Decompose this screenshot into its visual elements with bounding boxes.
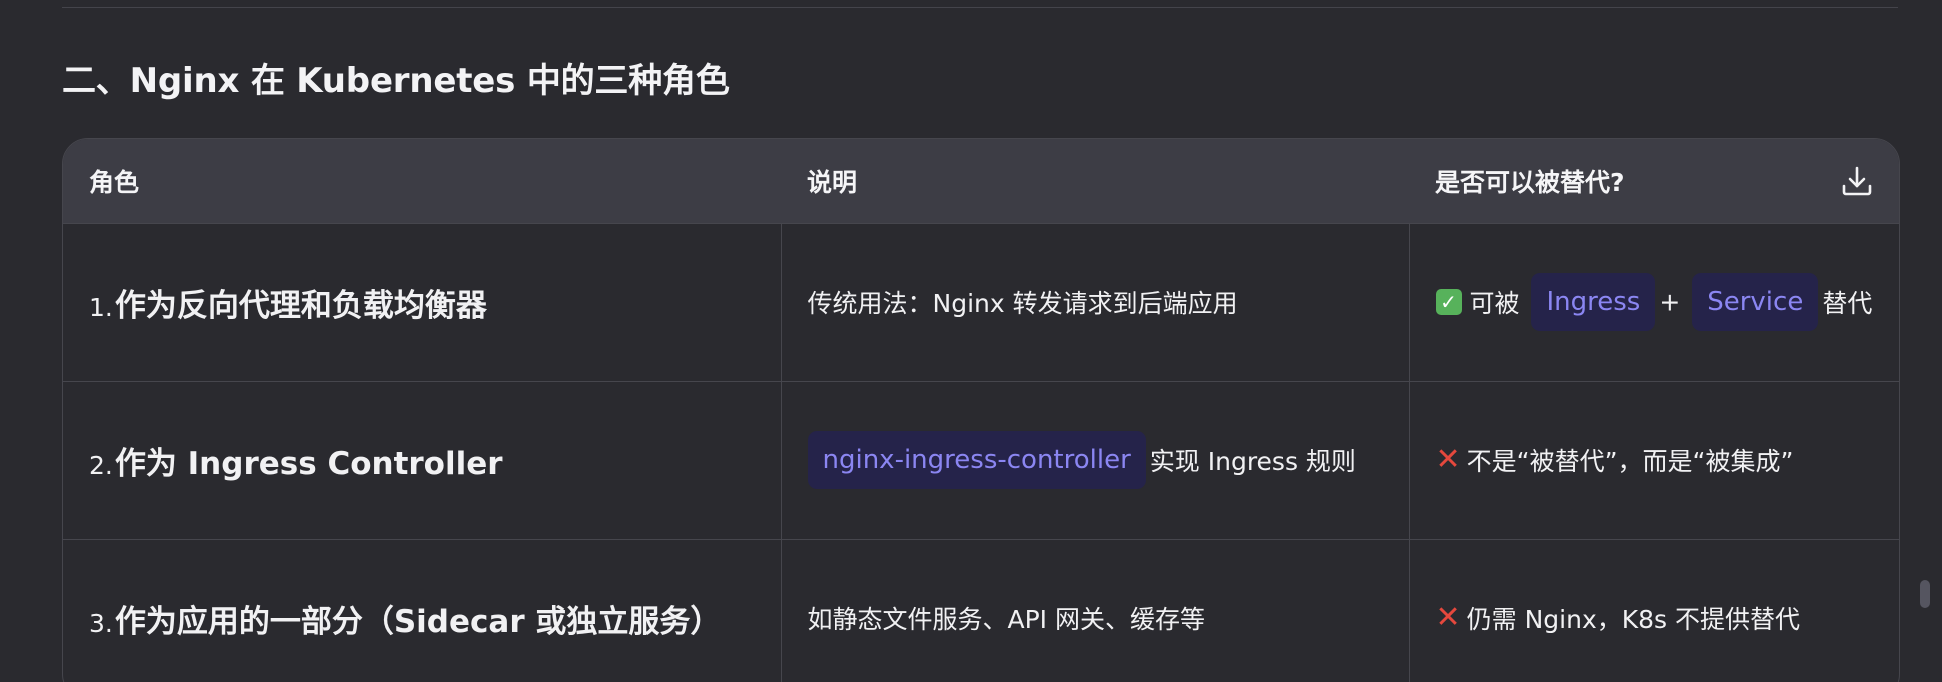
- description-text: 传统用法：Nginx 转发请求到后端应用: [807, 289, 1238, 318]
- row-number: 2.: [89, 450, 113, 480]
- description-cell: 传统用法：Nginx 转发请求到后端应用: [780, 222, 1409, 381]
- description-text: 如静态文件服务、API 网关、缓存等: [807, 605, 1206, 635]
- alt-text: 不是“被替代”，而是“被集成”: [1466, 447, 1794, 476]
- alt-suffix: 替代: [1822, 289, 1873, 318]
- table-row: 2.作为 Ingress Controller nginx-ingress-co…: [63, 380, 1899, 539]
- description-text: 实现 Ingress 规则: [1149, 447, 1356, 476]
- role-cell: 3.作为应用的一部分（Sidecar 或独立服务）: [63, 538, 781, 682]
- role-cell: 1.作为反向代理和负载均衡器: [63, 222, 781, 381]
- description-cell: nginx-ingress-controller 实现 Ingress 规则: [780, 380, 1409, 539]
- role-title: 作为反向代理和负载均衡器: [114, 287, 487, 324]
- replaceable-cell: ✕ 仍需 Nginx，K8s 不提供替代: [1408, 538, 1899, 682]
- scrollbar-thumb[interactable]: [1920, 580, 1930, 608]
- role-title: 作为应用的一部分（Sidecar 或独立服务）: [114, 603, 722, 640]
- alt-prefix: 可被: [1469, 289, 1520, 318]
- table-row: 3.作为应用的一部分（Sidecar 或独立服务） 如静态文件服务、API 网关…: [63, 538, 1899, 682]
- header-role: 角色: [89, 167, 140, 197]
- check-icon: ✓: [1435, 289, 1462, 315]
- table-row: 1.作为反向代理和负载均衡器 传统用法：Nginx 转发请求到后端应用 ✓ 可被 …: [63, 222, 1899, 381]
- top-divider: [62, 7, 1898, 8]
- inline-code-nginx-ingress-controller: nginx-ingress-controller: [807, 431, 1146, 489]
- cross-icon: ✕: [1435, 442, 1461, 477]
- inline-code-service: Service: [1692, 273, 1819, 331]
- description-cell: 如静态文件服务、API 网关、缓存等: [780, 538, 1409, 682]
- replaceable-cell: ✕ 不是“被替代”，而是“被集成”: [1408, 380, 1899, 539]
- inline-code-ingress: Ingress: [1531, 273, 1656, 331]
- download-icon[interactable]: [1839, 163, 1875, 199]
- header-replaceable-label: 是否可以被替代?: [1435, 167, 1625, 197]
- alt-text: 仍需 Nginx，K8s 不提供替代: [1466, 605, 1801, 635]
- role-cell: 2.作为 Ingress Controller: [63, 380, 781, 539]
- header-replaceable: 是否可以被替代?: [1409, 139, 1899, 223]
- header-description: 说明: [807, 167, 858, 197]
- table-header-row: 角色 说明 是否可以被替代?: [63, 139, 1899, 223]
- page: 二、Nginx 在 Kubernetes 中的三种角色 角色 说明 是否可以被替…: [0, 0, 1942, 682]
- role-title: 作为 Ingress Controller: [114, 445, 503, 482]
- cross-icon: ✕: [1435, 600, 1461, 636]
- roles-table: 角色 说明 是否可以被替代? 1.作为反向代理和负载均衡器 传统用法：Nginx…: [62, 138, 1900, 682]
- section-heading: 二、Nginx 在 Kubernetes 中的三种角色: [62, 61, 730, 101]
- plus-sign: +: [1659, 287, 1681, 317]
- row-number: 1.: [89, 292, 113, 322]
- replaceable-cell: ✓ 可被 Ingress + Service 替代: [1408, 222, 1899, 381]
- row-number: 3.: [89, 608, 113, 638]
